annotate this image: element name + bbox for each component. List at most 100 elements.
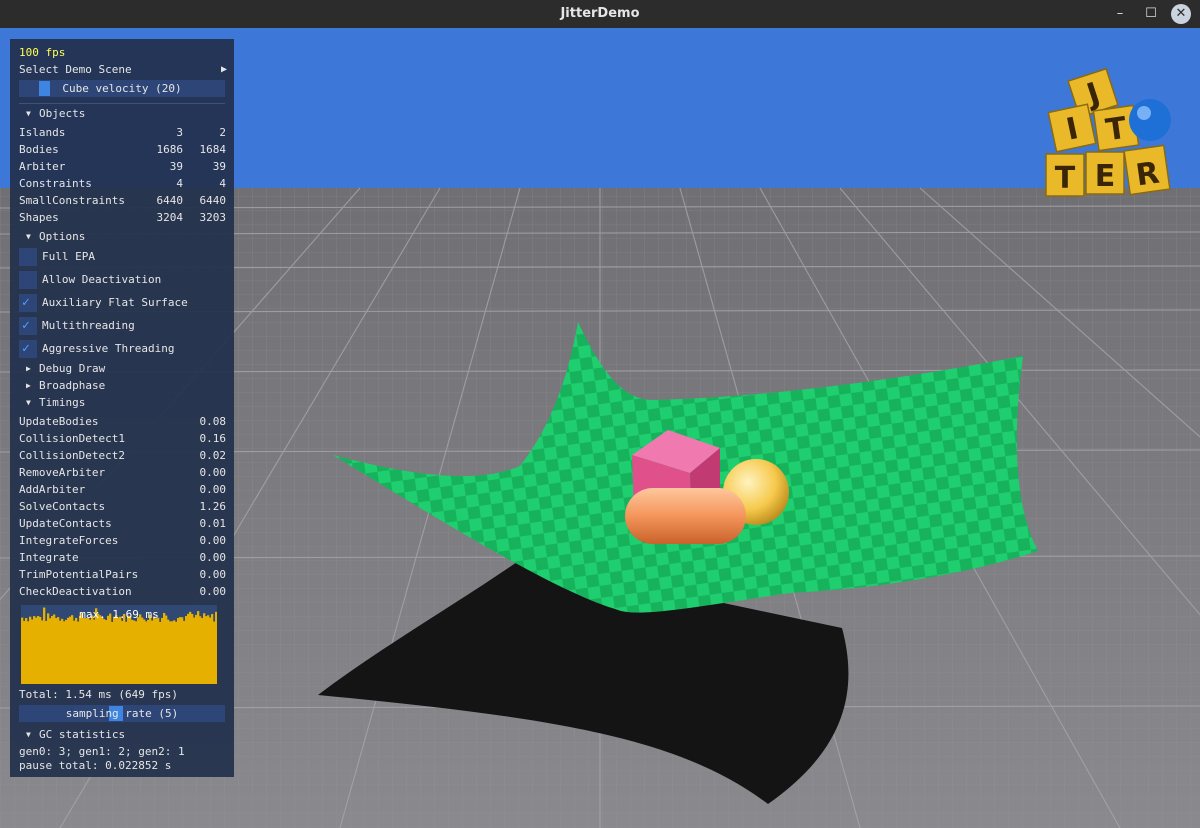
full-epa-checkbox[interactable]: Full EPA (10, 248, 234, 266)
stat-value: 1684 (199, 143, 227, 156)
stat-row-islands: Islands 3 2 (10, 125, 234, 140)
timing-value: 0.08 (199, 415, 227, 428)
histogram-bar (67, 617, 70, 684)
histogram-bar (163, 612, 166, 684)
timing-label: RemoveArbiter (19, 466, 106, 479)
broadphase-label: Broadphase (39, 379, 106, 392)
histogram-bar (183, 620, 186, 684)
select-demo-scene-menu[interactable]: Select Demo Scene ▶ (10, 62, 234, 77)
timing-row: AddArbiter 0.00 (10, 482, 234, 497)
timing-value: 0.01 (199, 517, 227, 530)
histogram-bar (105, 620, 108, 684)
timing-row: UpdateContacts 0.01 (10, 516, 234, 531)
gc-gens-row: gen0: 3; gen1: 2; gen2: 1 (10, 744, 234, 759)
stat-value: 39 (212, 160, 226, 173)
maximize-button[interactable]: ☐ (1141, 4, 1161, 24)
histogram-bar (111, 621, 114, 684)
histogram-bar (35, 617, 38, 684)
separator (19, 103, 225, 104)
histogram-bar (135, 621, 138, 684)
checkbox-box[interactable] (19, 271, 37, 289)
logo-letter-4: T (1055, 161, 1076, 196)
auxiliary-flat-surface-checkbox[interactable]: Auxiliary Flat Surface (10, 294, 234, 312)
stat-row-small-constraints: SmallConstraints 6440 6440 (10, 193, 234, 208)
checkbox-box[interactable] (19, 248, 37, 266)
histogram-bar (97, 613, 100, 684)
debug-draw-label: Debug Draw (39, 362, 106, 375)
stat-label: Arbiter (19, 160, 66, 173)
timing-value: 0.02 (199, 449, 227, 462)
expanded-triangle-icon: ▼ (26, 398, 31, 407)
stat-value: 39 (169, 160, 183, 173)
multithreading-checkbox[interactable]: Multithreading (10, 317, 234, 335)
histogram-bar (65, 619, 68, 684)
histogram-bar (171, 621, 174, 684)
histogram-bar (33, 616, 36, 684)
histogram-bar (83, 618, 86, 684)
total-text: Total: 1.54 ms (649 fps) (19, 688, 178, 701)
checkmark-icon[interactable] (19, 317, 37, 335)
sampling-rate-slider[interactable]: sampling rate (5) (19, 705, 225, 722)
histogram-bar (79, 615, 82, 684)
allow-deactivation-checkbox[interactable]: Allow Deactivation (10, 271, 234, 289)
collapsed-triangle-icon: ▶ (26, 381, 31, 390)
close-button[interactable]: ✕ (1171, 4, 1191, 24)
histogram-bar (107, 615, 110, 684)
checkmark-icon[interactable] (19, 294, 37, 312)
timings-header[interactable]: ▼ Timings (10, 395, 234, 410)
histogram-bar (159, 621, 162, 684)
histogram-bar (57, 617, 60, 684)
histogram-bar (153, 616, 156, 684)
cube-velocity-slider[interactable]: Cube velocity (20) (19, 80, 225, 97)
select-demo-scene-label: Select Demo Scene (19, 63, 132, 76)
gc-gens-text: gen0: 3; gen1: 2; gen2: 1 (19, 745, 185, 758)
histogram-bar (85, 618, 88, 684)
histogram-bar (91, 615, 94, 684)
timing-value: 1.26 (199, 500, 227, 513)
timing-label: Integrate (19, 551, 79, 564)
stat-label: Shapes (19, 211, 59, 224)
histogram-bar (89, 619, 92, 684)
histogram-bar (125, 621, 128, 684)
histogram-bar (73, 620, 76, 684)
histogram-bar (149, 614, 152, 684)
debug-draw-header[interactable]: ▶ Debug Draw (10, 361, 234, 376)
histogram-bar (63, 621, 66, 684)
objects-header[interactable]: ▼ Objects (10, 106, 234, 121)
options-header[interactable]: ▼ Options (10, 229, 234, 244)
timing-label: IntegrateForces (19, 534, 119, 547)
gc-pause-row: pause total: 0.022852 s (10, 758, 234, 773)
timing-row: CollisionDetect2 0.02 (10, 448, 234, 463)
timing-label: UpdateContacts (19, 517, 112, 530)
aggressive-threading-checkbox[interactable]: Aggressive Threading (10, 340, 234, 358)
cube-velocity-label: Cube velocity (20) (62, 82, 182, 95)
timing-row: UpdateBodies 0.08 (10, 414, 234, 429)
histogram-max-label: max. 1.69 ms (79, 608, 159, 621)
timing-value: 0.00 (199, 568, 227, 581)
stat-value: 2 (219, 126, 226, 139)
stat-value: 6440 (199, 194, 227, 207)
histogram-bar (29, 616, 32, 684)
broadphase-header[interactable]: ▶ Broadphase (10, 378, 234, 393)
histogram-bar (123, 613, 126, 684)
expanded-triangle-icon: ▼ (26, 109, 31, 118)
histogram-bar (133, 620, 136, 684)
histogram-bar (45, 620, 48, 684)
histogram-bar (103, 619, 106, 684)
timing-row: IntegrateForces 0.00 (10, 533, 234, 548)
window-title: JitterDemo (560, 6, 640, 21)
histogram-bar (49, 618, 52, 684)
stat-value: 3204 (156, 211, 184, 224)
histogram-bar (151, 620, 154, 684)
stat-label: SmallConstraints (19, 194, 125, 207)
timing-histogram: max. 1.69 ms (21, 605, 218, 684)
gc-statistics-header[interactable]: ▼ GC statistics (10, 727, 234, 742)
gc-pause-text: pause total: 0.022852 s (19, 759, 172, 772)
histogram-bar (25, 618, 28, 684)
checkmark-icon[interactable] (19, 340, 37, 358)
logo-letter-5: E (1095, 159, 1116, 194)
histogram-bar (51, 615, 54, 684)
histogram-bar (199, 616, 202, 684)
total-row: Total: 1.54 ms (649 fps) (10, 687, 234, 702)
minimize-button[interactable]: – (1110, 4, 1130, 24)
